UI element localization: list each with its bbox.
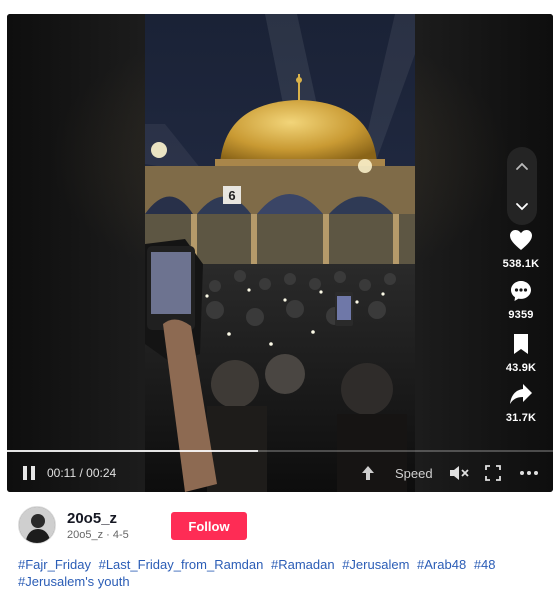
video-scene: 6 xyxy=(145,14,415,492)
caption: #Fajr_Friday #Last_Friday_from_Ramdan #R… xyxy=(18,556,538,590)
volume-mute-icon xyxy=(450,466,469,480)
bookmark-icon xyxy=(514,334,528,354)
time-display: 00:11 / 00:24 xyxy=(47,466,116,480)
avatar[interactable] xyxy=(18,506,56,544)
speed-button[interactable]: Speed xyxy=(395,463,433,483)
like-action[interactable]: 538.1K xyxy=(493,228,549,270)
more-button[interactable] xyxy=(519,463,539,483)
video-meta: 20o5_z 20o5_z · 4-5 Follow #Fajr_Friday … xyxy=(0,492,560,590)
heart-icon xyxy=(510,230,532,250)
hashtag-link[interactable]: #Ramadan xyxy=(271,557,335,572)
share-count: 31.7K xyxy=(505,412,537,424)
pause-button[interactable] xyxy=(21,465,37,481)
comment-count: 9359 xyxy=(508,309,534,321)
hashtag-link[interactable]: #48 xyxy=(474,557,496,572)
fullscreen-button[interactable] xyxy=(485,463,501,483)
author-username[interactable]: 20o5_z xyxy=(67,510,117,527)
fullscreen-icon xyxy=(485,465,501,481)
post-date: 4-5 xyxy=(112,529,129,541)
video-player[interactable]: 6 538.1K 9359 43.9K 31.7K 00:11 / 00:24 … xyxy=(7,14,553,492)
hashtag-link[interactable]: #Fajr_Friday xyxy=(18,557,91,572)
hashtag-link[interactable]: #Last_Friday_from_Ramdan xyxy=(99,557,264,572)
like-count: 538.1K xyxy=(502,258,540,270)
next-video-button[interactable] xyxy=(507,186,537,225)
chevron-down-icon xyxy=(516,202,528,210)
save-count: 43.9K xyxy=(505,362,537,374)
float-button[interactable] xyxy=(359,463,377,483)
hashtag-link[interactable]: #Jerusalem xyxy=(342,557,409,572)
overlay-number: 6 xyxy=(228,188,235,203)
subline-separator: · xyxy=(106,529,110,541)
more-icon xyxy=(520,471,538,475)
share-action[interactable]: 31.7K xyxy=(493,382,549,424)
author-handle: 20o5_z xyxy=(67,529,104,541)
share-icon xyxy=(510,384,532,404)
progress-bar[interactable] xyxy=(7,450,553,452)
time-total: 00:24 xyxy=(86,466,117,480)
time-current: 00:11 xyxy=(47,466,77,480)
video-frame[interactable]: 6 xyxy=(145,14,415,492)
comment-action[interactable]: 9359 xyxy=(493,279,549,321)
follow-button[interactable]: Follow xyxy=(171,512,247,540)
hashtag-link[interactable]: #Arab48 xyxy=(417,557,466,572)
pause-icon xyxy=(23,466,35,480)
time-separator: / xyxy=(79,466,83,480)
chevron-up-icon xyxy=(516,162,528,170)
prev-video-button[interactable] xyxy=(507,147,537,186)
mute-button[interactable] xyxy=(449,463,469,483)
comment-icon xyxy=(511,281,531,301)
avatar-image xyxy=(19,507,55,543)
progress-fill xyxy=(7,450,259,452)
author-subline: 20o5_z · 4-5 xyxy=(67,529,129,541)
hashtag-link[interactable]: #Jerusalem's youth xyxy=(18,574,130,589)
save-action[interactable]: 43.9K xyxy=(493,332,549,374)
video-nav xyxy=(507,147,537,225)
float-icon xyxy=(362,466,374,480)
